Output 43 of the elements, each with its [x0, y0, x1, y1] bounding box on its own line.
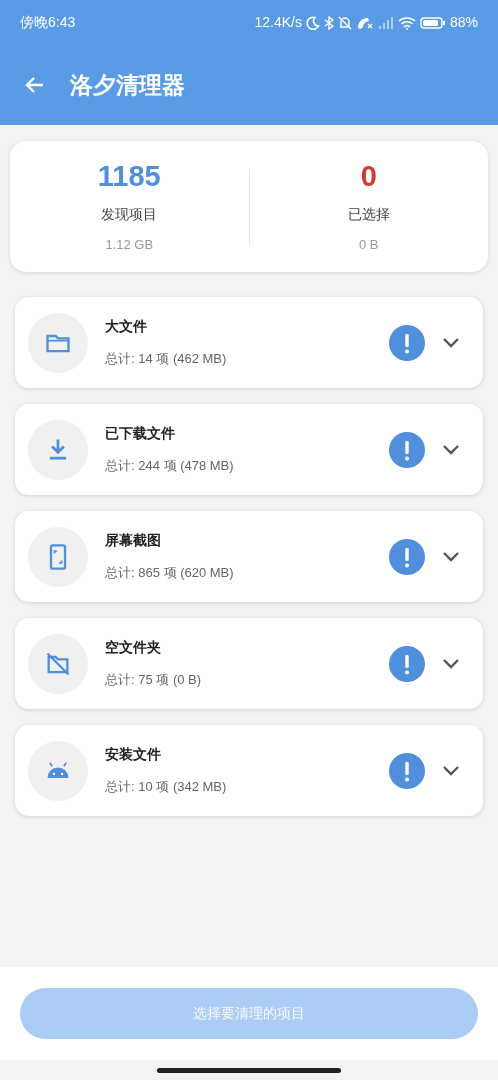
category-card[interactable]: 安装文件 总计: 10 项 (342 MB) — [15, 725, 483, 816]
status-time: 傍晚6:43 — [20, 13, 76, 32]
category-card[interactable]: 已下载文件 总计: 244 项 (478 MB) — [15, 404, 483, 495]
category-title: 屏幕截图 — [105, 531, 162, 551]
signal-icon — [377, 15, 394, 30]
category-card[interactable]: 大文件 总计: 14 项 (462 MB) — [15, 297, 483, 388]
category-detail: 总计: 10 项 (342 MB) — [105, 778, 228, 797]
warning-icon — [389, 431, 425, 468]
home-indicator[interactable] — [157, 1067, 341, 1073]
phone-icon — [355, 15, 374, 30]
moon-icon — [305, 15, 320, 30]
size-value: 0 B — [359, 236, 379, 255]
count-value: 0 — [360, 159, 377, 195]
count-label: 已选择 — [347, 205, 390, 225]
muted-bell-icon — [337, 15, 352, 30]
category-title: 已下载文件 — [105, 424, 176, 444]
bluetooth-icon — [323, 15, 334, 30]
category-detail: 总计: 865 项 (620 MB) — [105, 564, 235, 583]
warning-icon — [389, 324, 425, 361]
category-detail: 总计: 75 项 (0 B) — [105, 671, 203, 690]
chevron-down-icon — [442, 550, 460, 563]
chevron-down-icon — [442, 443, 460, 456]
battery-percent: 88% — [449, 13, 478, 32]
warning-icon — [389, 752, 425, 789]
chevron-down-icon — [442, 657, 460, 670]
size-value: 1.12 GB — [105, 236, 154, 255]
app-title: 洛夕清理器 — [70, 70, 185, 100]
chevron-down-icon — [442, 764, 460, 777]
category-detail: 总计: 244 项 (478 MB) — [105, 457, 235, 476]
network-speed: 12.4K/s — [254, 13, 302, 32]
category-title: 空文件夹 — [105, 638, 162, 658]
count-value: 1185 — [97, 159, 161, 195]
wifi-icon — [397, 15, 416, 30]
category-title: 大文件 — [105, 317, 148, 337]
category-card[interactable]: 屏幕截图 总计: 865 项 (620 MB) — [15, 511, 483, 602]
category-card[interactable]: 空文件夹 总计: 75 项 (0 B) — [15, 618, 483, 709]
warning-icon — [389, 538, 425, 575]
category-detail: 总计: 14 项 (462 MB) — [105, 350, 228, 369]
battery-icon — [419, 15, 446, 30]
chevron-down-icon — [442, 336, 460, 349]
warning-icon — [389, 645, 425, 682]
count-label: 发现项目 — [101, 205, 158, 225]
category-title: 安装文件 — [105, 745, 162, 765]
